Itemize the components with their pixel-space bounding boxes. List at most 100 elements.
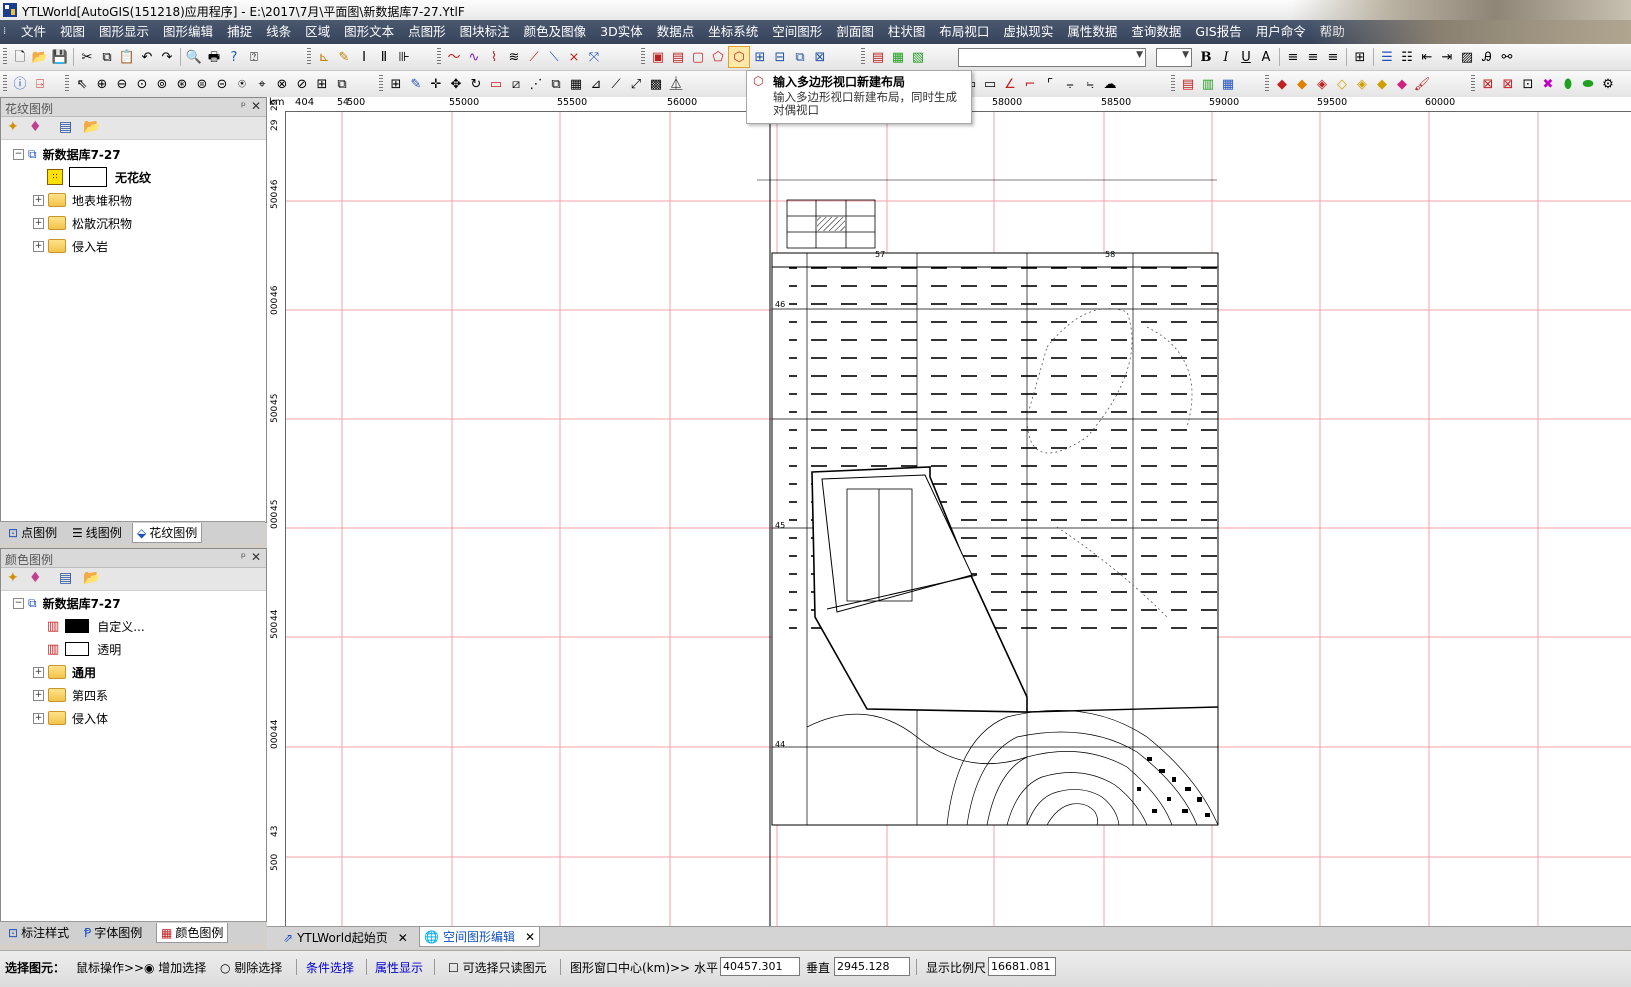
- mirror-icon[interactable]: ⏅: [666, 74, 686, 94]
- polygon-viewport-layout-icon[interactable]: ⬡: [728, 46, 750, 68]
- pen-icon[interactable]: ✎: [406, 74, 426, 94]
- misc-2-icon[interactable]: ⊠: [1498, 74, 1518, 94]
- menu-item-17[interactable]: 布局视口: [932, 20, 996, 44]
- info-icon[interactable]: ⓘ: [10, 74, 30, 94]
- layout-copy-icon[interactable]: ⧉: [790, 47, 810, 67]
- tab-start-page[interactable]: ⇗ YTLWorld起始页 ✕: [279, 928, 412, 947]
- properties-icon[interactable]: ▤: [59, 119, 72, 135]
- scale-field[interactable]: 16681.081: [988, 957, 1056, 976]
- drawing-canvas[interactable]: 57 58 46 45 44: [267, 97, 1631, 927]
- add-select-radio[interactable]: ◉ 增加选择: [144, 959, 206, 976]
- query-icon[interactable]: ⍈: [30, 74, 50, 94]
- save-icon[interactable]: 💾: [50, 47, 70, 67]
- trim-icon[interactable]: ⟋: [606, 74, 626, 94]
- menu-item-7[interactable]: 图形文本: [337, 20, 401, 44]
- misc-7-icon[interactable]: ⚙: [1598, 74, 1618, 94]
- tree-item-surface[interactable]: + 地表堆积物: [33, 190, 132, 210]
- tree-item-quaternary[interactable]: + 第四系: [33, 685, 108, 705]
- tab-line-legend[interactable]: ☰ 线图例: [68, 523, 126, 542]
- view-grid-icon[interactable]: ⊞: [312, 74, 332, 94]
- align-left-icon[interactable]: ≡: [1283, 47, 1303, 67]
- menu-item-10[interactable]: 颜色及图像: [517, 20, 594, 44]
- report-add-icon[interactable]: ▦: [888, 47, 908, 67]
- close-icon[interactable]: ✕: [251, 99, 261, 113]
- expand-icon[interactable]: +: [33, 217, 44, 229]
- select-arrow-icon[interactable]: ⇖: [72, 74, 92, 94]
- view-copy-icon[interactable]: ⧉: [332, 74, 352, 94]
- viewport-rect-icon[interactable]: ▣: [648, 47, 668, 67]
- curve-icon[interactable]: ∿: [464, 47, 484, 67]
- tab-font-legend[interactable]: Ᵽ 字体图例: [80, 923, 146, 942]
- menu-item-21[interactable]: GIS报告: [1188, 20, 1248, 44]
- layout-move-icon[interactable]: ⊠: [810, 47, 830, 67]
- zoom-in-icon[interactable]: ⊕: [92, 74, 112, 94]
- corner-icon[interactable]: ⌐: [1020, 74, 1040, 94]
- zoom-next-icon[interactable]: ⊜: [192, 74, 212, 94]
- zoom-scale-icon[interactable]: ⍟: [232, 74, 252, 94]
- spline-icon[interactable]: ⌇: [484, 47, 504, 67]
- horizontal-coordinate-field[interactable]: 40457.301: [720, 957, 800, 976]
- font-color-icon[interactable]: A: [1256, 47, 1276, 67]
- menu-item-20[interactable]: 查询数据: [1124, 20, 1188, 44]
- extend-icon[interactable]: ⤢: [626, 74, 646, 94]
- zoom-extent-icon[interactable]: ⊚: [152, 74, 172, 94]
- cross-icon[interactable]: ✛: [426, 74, 446, 94]
- refresh-view-icon[interactable]: ⊗: [272, 74, 292, 94]
- zoom-window-icon[interactable]: ⊙: [132, 74, 152, 94]
- align-right-icon[interactable]: ≡: [1323, 47, 1343, 67]
- hatch-icon[interactable]: ▩: [646, 74, 666, 94]
- measure-icon[interactable]: ⊿: [586, 74, 606, 94]
- misc-3-icon[interactable]: ⊡: [1518, 74, 1538, 94]
- close-icon[interactable]: ✕: [251, 550, 261, 564]
- tree-item-transparent[interactable]: ▥ 透明: [47, 639, 121, 659]
- misc-5-icon[interactable]: ⬮: [1558, 74, 1578, 94]
- label-tool-2-icon[interactable]: ⊪: [394, 47, 414, 67]
- remove-select-radio[interactable]: ○ 剔除选择: [220, 959, 282, 976]
- help-icon[interactable]: ?: [224, 47, 244, 67]
- tree-item-no-pattern[interactable]: ∷ 无花纹: [47, 167, 151, 187]
- obj-yellow-icon[interactable]: ◇: [1332, 74, 1352, 94]
- tab-point-legend[interactable]: ⊡ 点图例: [4, 523, 61, 542]
- menu-item-14[interactable]: 空间图形: [765, 20, 829, 44]
- bullet-list-icon[interactable]: ☷: [1397, 47, 1417, 67]
- viewport-two-icon[interactable]: ▤: [668, 47, 688, 67]
- open-folder-icon[interactable]: 📂: [30, 47, 50, 67]
- text-tool-icon[interactable]: Ⅰ: [354, 47, 374, 67]
- add-group-icon[interactable]: ♦: [29, 570, 42, 586]
- menu-item-19[interactable]: 属性数据: [1060, 20, 1124, 44]
- move-icon[interactable]: ✥: [446, 74, 466, 94]
- collapse-icon[interactable]: −: [13, 148, 24, 160]
- gradient-fill-icon[interactable]: ▦: [1218, 74, 1238, 94]
- paste-icon[interactable]: 📋: [117, 47, 137, 67]
- menu-item-5[interactable]: 线条: [259, 20, 298, 44]
- expand-icon[interactable]: +: [33, 194, 44, 206]
- tab-pattern-legend[interactable]: ⬙ 花纹图例: [132, 523, 203, 543]
- menu-item-16[interactable]: 柱状图: [881, 20, 933, 44]
- tab-spatial-edit[interactable]: 🌐 空间图形编辑 ✕: [419, 927, 541, 947]
- menu-item-2[interactable]: 图形显示: [92, 20, 156, 44]
- break-line-icon[interactable]: ⨪: [1060, 74, 1080, 94]
- node-edit-icon[interactable]: ⋰: [526, 74, 546, 94]
- collapse-icon[interactable]: −: [13, 597, 24, 609]
- underline-icon[interactable]: U: [1236, 47, 1256, 67]
- rect-select-icon[interactable]: ▭: [486, 74, 506, 94]
- report-new-icon[interactable]: ▧: [908, 47, 928, 67]
- add-item-icon[interactable]: ✦: [7, 570, 19, 586]
- tree-item-custom-color[interactable]: ▥ 自定义...: [47, 616, 145, 636]
- map-drawing[interactable]: 57 58 46 45 44: [267, 97, 1631, 927]
- menu-item-6[interactable]: 区域: [298, 20, 337, 44]
- obj-brush-icon[interactable]: 🖌: [1412, 74, 1432, 94]
- zoom-prev-icon[interactable]: ⊛: [172, 74, 192, 94]
- obj-yellow3-icon[interactable]: ◆: [1372, 74, 1392, 94]
- menu-item-12[interactable]: 数据点: [650, 20, 702, 44]
- zoom-out-icon[interactable]: ⊖: [112, 74, 132, 94]
- menu-item-3[interactable]: 图形编辑: [156, 20, 220, 44]
- redo-icon[interactable]: ↷: [157, 47, 177, 67]
- viewport-poly-icon[interactable]: ⬠: [708, 47, 728, 67]
- cloud-icon[interactable]: ☁: [1100, 74, 1120, 94]
- undo-icon[interactable]: ↶: [137, 47, 157, 67]
- obj-orange-icon[interactable]: ◆: [1292, 74, 1312, 94]
- properties-icon[interactable]: ▤: [59, 570, 72, 586]
- label-tool-icon[interactable]: Ⅱ: [374, 47, 394, 67]
- pencil-icon[interactable]: ✎: [334, 47, 354, 67]
